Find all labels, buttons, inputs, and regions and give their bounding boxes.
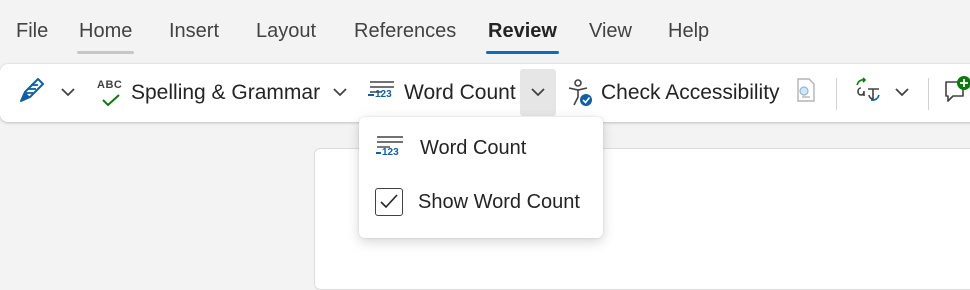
document-search-icon (794, 76, 818, 110)
word-count-dropdown-button[interactable] (520, 69, 556, 116)
ribbon-separator (928, 78, 929, 110)
comment-add-icon (943, 75, 970, 111)
chevron-down-icon (894, 84, 910, 102)
spelling-grammar-button[interactable]: ABC Spelling & Grammar (97, 64, 320, 122)
editor-pen-icon (16, 74, 48, 112)
chevron-down-icon (530, 84, 546, 102)
word-count-dash (376, 152, 381, 154)
show-word-count-checkbox[interactable] (375, 188, 403, 216)
menu-item-word-count-label: Word Count (420, 136, 527, 159)
editor-button[interactable] (16, 64, 48, 122)
accessibility-icon (567, 78, 595, 108)
menu-item-word-count[interactable]: 123 Word Count (359, 123, 603, 173)
menu-item-show-word-count[interactable]: Show Word Count (359, 177, 603, 227)
word-count-icon: 123 (376, 135, 404, 163)
translate-button[interactable] (852, 64, 884, 122)
tab-insert[interactable]: Insert (169, 20, 219, 43)
word-count-icon-text: 123 (375, 89, 392, 100)
chevron-down-icon (60, 84, 76, 102)
checkmark-icon (379, 193, 399, 216)
word-count-label: Word Count (404, 81, 516, 104)
tab-references[interactable]: References (354, 20, 456, 43)
word-count-icon: 123 (368, 78, 398, 108)
tab-file[interactable]: File (16, 20, 48, 43)
tab-review[interactable]: Review (486, 20, 559, 54)
tab-home-underline (77, 51, 135, 54)
ribbon-separator (836, 78, 837, 110)
word-count-menu: 123 Word Count Show Word Count (359, 117, 603, 238)
tab-view[interactable]: View (589, 20, 632, 43)
word-count-icon-text: 123 (382, 147, 399, 158)
tab-layout[interactable]: Layout (256, 20, 316, 43)
tab-help[interactable]: Help (668, 20, 709, 43)
word-count-dash (368, 94, 374, 96)
tab-home-label: Home (79, 20, 133, 42)
editor-dropdown-button[interactable] (56, 64, 80, 122)
check-accessibility-button[interactable]: Check Accessibility (567, 64, 780, 122)
check-accessibility-label: Check Accessibility (601, 81, 780, 104)
spelling-grammar-label: Spelling & Grammar (131, 81, 321, 104)
tab-review-underline (486, 51, 559, 54)
menu-item-show-word-count-label: Show Word Count (418, 190, 580, 213)
review-ribbon: ABC Spelling & Grammar 123 Word Count Ch… (0, 64, 970, 122)
word-count-button[interactable]: 123 Word Count (368, 64, 516, 122)
translate-icon (853, 75, 883, 111)
insights-button[interactable] (792, 64, 820, 122)
spelling-check-icon: ABC (97, 77, 125, 109)
chevron-down-icon (332, 84, 348, 102)
spelling-dropdown-button[interactable] (328, 64, 352, 122)
tab-review-label: Review (488, 20, 557, 42)
ribbon-tabs: File Home Insert Layout References Revie… (0, 0, 970, 62)
translate-dropdown-button[interactable] (890, 64, 914, 122)
new-comment-button[interactable] (943, 64, 970, 122)
spelling-icon-text: ABC (97, 79, 123, 91)
tab-home[interactable]: Home (77, 20, 135, 54)
